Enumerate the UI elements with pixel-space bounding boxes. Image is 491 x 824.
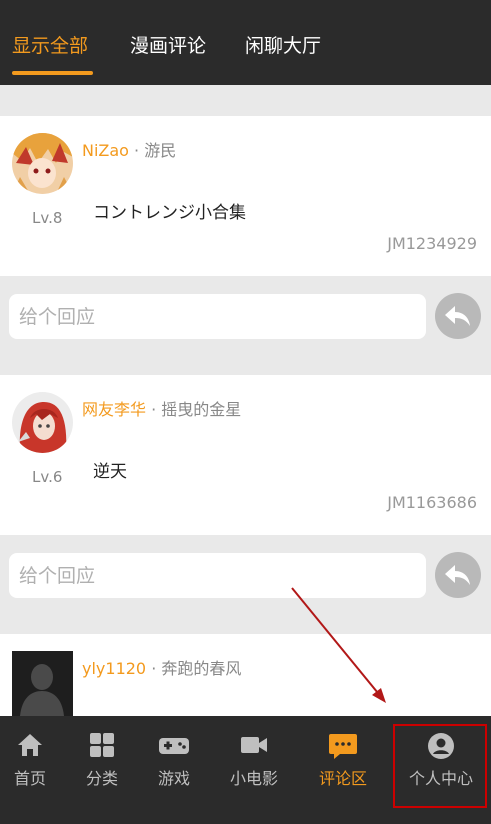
- username[interactable]: yly1120: [82, 659, 146, 678]
- gamepad-icon: [138, 732, 210, 758]
- username[interactable]: NiZao: [82, 141, 129, 160]
- chat-bubble-icon: [307, 732, 379, 759]
- comment-card: Lv.8 NiZao · 游民 コントレンジ小合集 JM1234929: [0, 116, 491, 276]
- user-level: Lv.6: [32, 468, 63, 486]
- comment-card: yly1120 · 奔跑的春风: [0, 634, 491, 716]
- user-title: 游民: [144, 141, 177, 160]
- reply-arrow-icon: [445, 306, 470, 326]
- avatar[interactable]: [12, 133, 73, 194]
- nav-home[interactable]: 首页: [0, 716, 66, 824]
- reply-input[interactable]: [19, 294, 419, 339]
- nav-category[interactable]: 分类: [66, 716, 138, 824]
- meta-separator: ·: [146, 400, 162, 419]
- meta-separator: ·: [128, 141, 145, 160]
- top-tab-bar: 显示全部 漫画评论 闲聊大厅: [0, 0, 491, 85]
- reply-button[interactable]: [435, 293, 481, 339]
- nav-label: 分类: [85, 769, 118, 788]
- reply-arrow-icon: [445, 565, 470, 585]
- reply-field[interactable]: [9, 294, 426, 339]
- nav-label: 游戏: [157, 769, 190, 788]
- avatar[interactable]: [12, 392, 73, 453]
- comic-code[interactable]: JM1234929: [387, 234, 477, 253]
- comic-code[interactable]: JM1163686: [387, 493, 477, 512]
- username[interactable]: 网友李华: [82, 400, 146, 419]
- grid-icon: [66, 732, 138, 758]
- nav-label: 首页: [13, 769, 46, 788]
- user-title: 摇曳的金星: [161, 400, 242, 419]
- comment-text: コントレンジ小合集: [93, 203, 246, 223]
- comment-meta: 网友李华 · 摇曳的金星: [82, 396, 241, 420]
- reply-input[interactable]: [19, 553, 419, 598]
- reply-field[interactable]: [9, 553, 426, 598]
- nav-games[interactable]: 游戏: [138, 716, 210, 824]
- annotation-highlight-box: [393, 724, 487, 808]
- user-level: Lv.8: [32, 209, 63, 227]
- user-title: 奔跑的春风: [161, 659, 242, 678]
- home-icon: [0, 732, 66, 758]
- nav-label: 小电影: [229, 769, 278, 788]
- comment-meta: yly1120 · 奔跑的春风: [82, 655, 241, 679]
- tab-comic-reviews[interactable]: 漫画评论: [130, 34, 206, 58]
- nav-label: 评论区: [318, 769, 367, 788]
- reply-button[interactable]: [435, 552, 481, 598]
- active-tab-indicator: [12, 71, 93, 75]
- comment-meta: NiZao · 游民: [82, 137, 176, 161]
- comment-text: 逆天: [93, 462, 127, 482]
- nav-movies[interactable]: 小电影: [218, 716, 290, 824]
- tab-show-all[interactable]: 显示全部: [12, 34, 88, 58]
- video-camera-icon: [218, 732, 290, 758]
- comment-card: Lv.6 网友李华 · 摇曳的金星 逆天 JM1163686: [0, 375, 491, 535]
- avatar[interactable]: [12, 651, 73, 716]
- tab-chat-hall[interactable]: 闲聊大厅: [245, 34, 321, 58]
- nav-comments[interactable]: 评论区: [307, 716, 379, 824]
- meta-separator: ·: [146, 659, 162, 678]
